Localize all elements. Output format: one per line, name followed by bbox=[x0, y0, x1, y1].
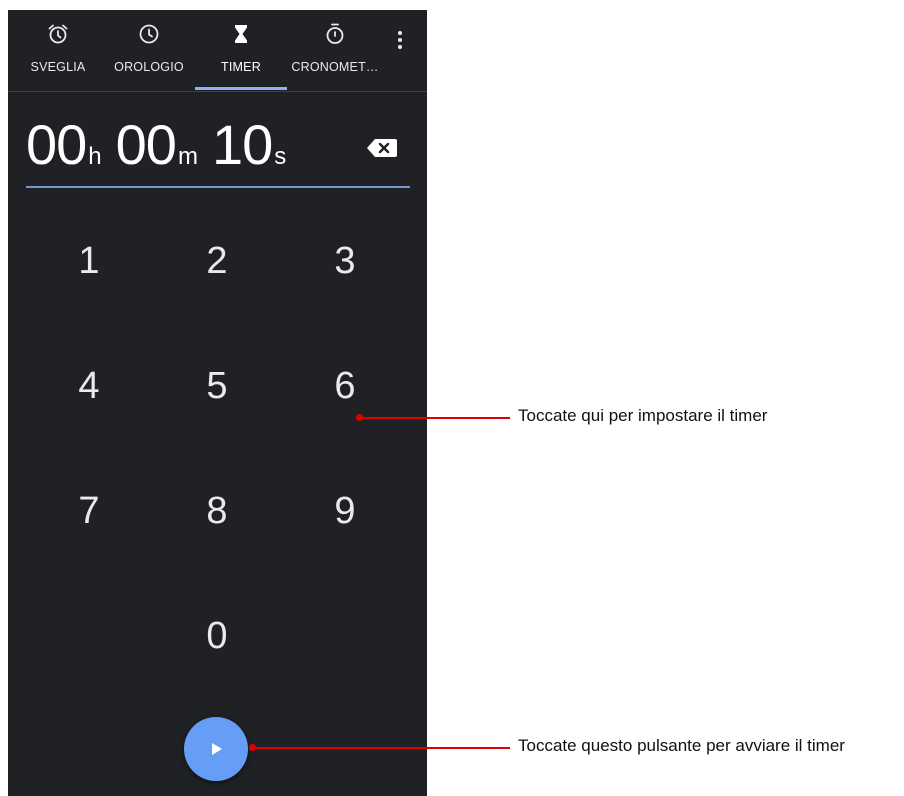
seconds-value: 10 bbox=[211, 113, 273, 176]
tab-clock[interactable]: OROLOGIO bbox=[104, 10, 194, 90]
tab-bar: SVEGLIA OROLOGIO TIMER CRONOMET… bbox=[8, 10, 427, 92]
clock-icon bbox=[139, 24, 159, 44]
tab-timer-label: TIMER bbox=[221, 60, 261, 74]
key-9[interactable]: 9 bbox=[305, 471, 385, 551]
key-5[interactable]: 5 bbox=[177, 346, 257, 426]
key-1[interactable]: 1 bbox=[49, 221, 129, 301]
start-callout-line bbox=[253, 747, 510, 749]
active-tab-indicator bbox=[195, 87, 287, 90]
key-2[interactable]: 2 bbox=[177, 221, 257, 301]
hours-unit: h bbox=[88, 143, 102, 170]
key-0[interactable]: 0 bbox=[177, 596, 257, 676]
hourglass-icon bbox=[235, 25, 247, 43]
start-callout-text: Toccate questo pulsante per avviare il t… bbox=[518, 736, 845, 755]
tab-stopwatch-label: CRONOMET… bbox=[291, 60, 379, 74]
backspace-icon bbox=[367, 139, 397, 157]
more-options-icon[interactable] bbox=[388, 26, 412, 54]
key-7[interactable]: 7 bbox=[49, 471, 129, 551]
hours-value: 00 bbox=[26, 113, 87, 176]
seconds-unit: s bbox=[274, 143, 287, 170]
play-icon bbox=[212, 743, 222, 755]
key-4[interactable]: 4 bbox=[49, 346, 129, 426]
tab-clock-label: OROLOGIO bbox=[114, 60, 184, 74]
alarm-clock-icon bbox=[48, 24, 68, 44]
stopwatch-icon bbox=[326, 23, 344, 44]
clock-app-screen: SVEGLIA OROLOGIO TIMER CRONOMET… 00 h 00… bbox=[8, 10, 427, 796]
stage: SVEGLIA OROLOGIO TIMER CRONOMET… 00 h 00… bbox=[0, 0, 904, 796]
tab-stopwatch[interactable]: CRONOMET… bbox=[290, 10, 380, 90]
backspace-button[interactable] bbox=[366, 136, 398, 160]
minutes-unit: m bbox=[177, 143, 198, 170]
keypad-callout-text: Toccate qui per impostare il timer bbox=[518, 406, 768, 425]
tab-alarm[interactable]: SVEGLIA bbox=[12, 10, 104, 90]
tab-alarm-label: SVEGLIA bbox=[30, 60, 86, 74]
tab-timer[interactable]: TIMER bbox=[195, 10, 287, 90]
key-3[interactable]: 3 bbox=[305, 221, 385, 301]
key-6[interactable]: 6 bbox=[305, 346, 385, 426]
keypad-callout-line bbox=[360, 417, 510, 419]
display-underline bbox=[26, 186, 410, 188]
minutes-value: 00 bbox=[115, 113, 177, 176]
timer-display: 00 h 00 m 10 s bbox=[26, 112, 300, 192]
key-8[interactable]: 8 bbox=[177, 471, 257, 551]
start-timer-button[interactable] bbox=[184, 717, 248, 781]
